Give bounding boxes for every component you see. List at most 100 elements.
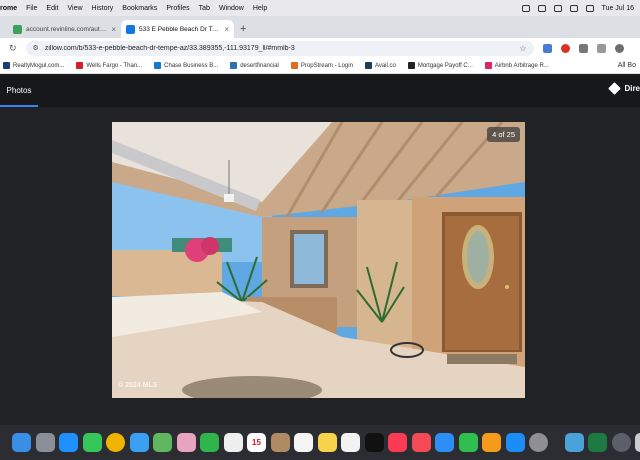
site-info-icon[interactable]: ⚙: [33, 44, 39, 52]
music-icon[interactable]: [388, 433, 407, 452]
launchpad-icon[interactable]: [35, 433, 55, 452]
browser-tab-active[interactable]: 533 E Pebble Beach Dr Temp... ×: [121, 20, 234, 38]
photo-viewer: Photos Dire 4 of 25 © 2024 MLS: [0, 75, 640, 425]
address-row: ↻ ⚙ zillow.com/b/533-e-pebble-beach-dr-t…: [0, 38, 640, 58]
bookmark-favicon-icon: [154, 62, 162, 69]
directions-label: Dire: [624, 84, 640, 93]
bookmark-favicon-icon: [76, 62, 84, 69]
new-tab-button[interactable]: +: [240, 23, 246, 35]
finder-icon[interactable]: [12, 433, 31, 452]
bookmark-favicon-icon: [230, 62, 238, 69]
contacts-icon[interactable]: [270, 433, 290, 452]
bookmark-label: Airbnb Arbitrage R...: [494, 62, 549, 69]
bookmark-favicon-icon: [3, 62, 10, 69]
extension-icon[interactable]: [542, 43, 552, 53]
menu-view[interactable]: View: [67, 5, 82, 12]
bookmark-item[interactable]: Chase Business B...: [154, 62, 218, 69]
tab-title: 533 E Pebble Beach Dr Temp...: [139, 25, 222, 33]
app-menu[interactable]: rome: [0, 5, 17, 12]
tab-strip: account.revinline.com/auth/... × 533 E P…: [0, 16, 640, 38]
menu-window[interactable]: Window: [219, 5, 244, 12]
preview-icon[interactable]: [564, 433, 584, 452]
bookmark-item[interactable]: RealtyMogul.com...: [3, 62, 64, 69]
bookmark-item[interactable]: desertfinancial: [230, 62, 279, 69]
close-icon[interactable]: ×: [111, 25, 116, 34]
menu-edit[interactable]: Edit: [46, 5, 58, 12]
menu-history[interactable]: History: [92, 5, 114, 12]
menu-tab[interactable]: Tab: [199, 5, 210, 12]
news-icon[interactable]: [411, 433, 431, 452]
wifi-icon[interactable]: [553, 4, 562, 12]
favicon-icon: [13, 24, 22, 34]
menu-help[interactable]: Help: [253, 5, 267, 12]
directions-button[interactable]: Dire: [608, 82, 640, 95]
patio-photo-image: [112, 122, 525, 398]
bookmark-favicon-icon: [364, 62, 372, 69]
browser-tab[interactable]: account.revinline.com/auth/... ×: [8, 20, 121, 38]
tab-photos[interactable]: Photos: [0, 75, 38, 107]
settings-icon[interactable]: [529, 433, 548, 452]
bookmark-label: Avail.co: [374, 62, 396, 69]
bookmark-favicon-icon: [484, 62, 492, 69]
reload-icon[interactable]: ↻: [9, 43, 17, 54]
bookmark-star-icon[interactable]: ☆: [519, 44, 526, 53]
appletv-icon[interactable]: [364, 433, 384, 452]
bookmark-item[interactable]: Wells Fargo - Than...: [76, 62, 142, 69]
all-bookmarks-button[interactable]: All Bo: [618, 62, 636, 69]
favicon-icon: [126, 24, 135, 34]
macos-menubar: rome File Edit View History Bookmarks Pr…: [0, 0, 640, 16]
close-icon[interactable]: ×: [224, 25, 229, 34]
bookmark-item[interactable]: Airbnb Arbitrage R...: [484, 62, 549, 69]
mail-icon[interactable]: [129, 433, 149, 452]
macos-dock: 15: [0, 425, 640, 460]
bookmark-item[interactable]: Avail.co: [364, 62, 396, 69]
excel-icon[interactable]: [588, 433, 607, 452]
listing-photo[interactable]: 4 of 25 © 2024 MLS: [112, 122, 525, 398]
search-icon[interactable]: [569, 4, 578, 12]
menu-profiles[interactable]: Profiles: [166, 5, 189, 12]
freeform-icon[interactable]: [341, 433, 360, 452]
address-url[interactable]: zillow.com/b/533-e-pebble-beach-dr-tempe…: [45, 45, 520, 52]
reminders-icon[interactable]: [294, 433, 313, 452]
bookmark-label: desertfinancial: [240, 62, 279, 69]
maps-icon[interactable]: [153, 433, 172, 452]
bookmark-label: Mortgage Payoff C...: [417, 62, 473, 69]
directions-icon: [608, 82, 622, 95]
status-icon[interactable]: [537, 4, 546, 12]
calendar-icon[interactable]: 15: [247, 433, 266, 452]
messages-icon[interactable]: [82, 433, 102, 452]
tab-title: account.revinline.com/auth/...: [26, 25, 109, 33]
pages-icon[interactable]: [482, 433, 501, 452]
menu-bookmarks[interactable]: Bookmarks: [122, 5, 157, 12]
appstore-icon[interactable]: [505, 433, 525, 452]
menu-file[interactable]: File: [26, 5, 37, 12]
photo-watermark: © 2024 MLS: [118, 382, 158, 389]
extension-icon[interactable]: [560, 43, 570, 53]
photos-icon[interactable]: [176, 433, 196, 452]
chrome-icon[interactable]: [106, 433, 125, 452]
trash-icon[interactable]: [635, 433, 640, 452]
bookmark-favicon-icon: [407, 62, 415, 69]
clock-icon[interactable]: [223, 433, 243, 452]
bookmark-label: Wells Fargo - Than...: [86, 62, 143, 69]
bookmark-item[interactable]: PropStream - Login: [290, 62, 353, 69]
status-icon[interactable]: [521, 4, 530, 12]
numbers-icon[interactable]: [458, 433, 478, 452]
bookmark-label: PropStream - Login: [300, 62, 353, 69]
menubar-clock[interactable]: Tue Jul 16: [602, 5, 634, 12]
bookmark-label: Chase Business B...: [164, 62, 219, 69]
notes-icon[interactable]: [317, 433, 337, 452]
bookmarks-bar: RealtyMogul.com... Wells Fargo - Than...…: [0, 58, 640, 74]
quicktime-icon[interactable]: [611, 433, 631, 452]
facetime-icon[interactable]: [200, 433, 219, 452]
safari-icon[interactable]: [59, 433, 78, 452]
extensions-puzzle-icon[interactable]: [578, 43, 588, 53]
sidepanel-icon[interactable]: [596, 43, 606, 53]
bookmark-favicon-icon: [290, 62, 298, 69]
profile-avatar[interactable]: [614, 43, 624, 53]
address-bar[interactable]: ⚙ zillow.com/b/533-e-pebble-beach-dr-tem…: [25, 40, 534, 56]
viewer-tabs: Photos Dire: [0, 75, 640, 107]
control-center-icon[interactable]: [585, 4, 594, 12]
keynote-icon[interactable]: [435, 433, 454, 452]
bookmark-item[interactable]: Mortgage Payoff C...: [407, 62, 473, 69]
